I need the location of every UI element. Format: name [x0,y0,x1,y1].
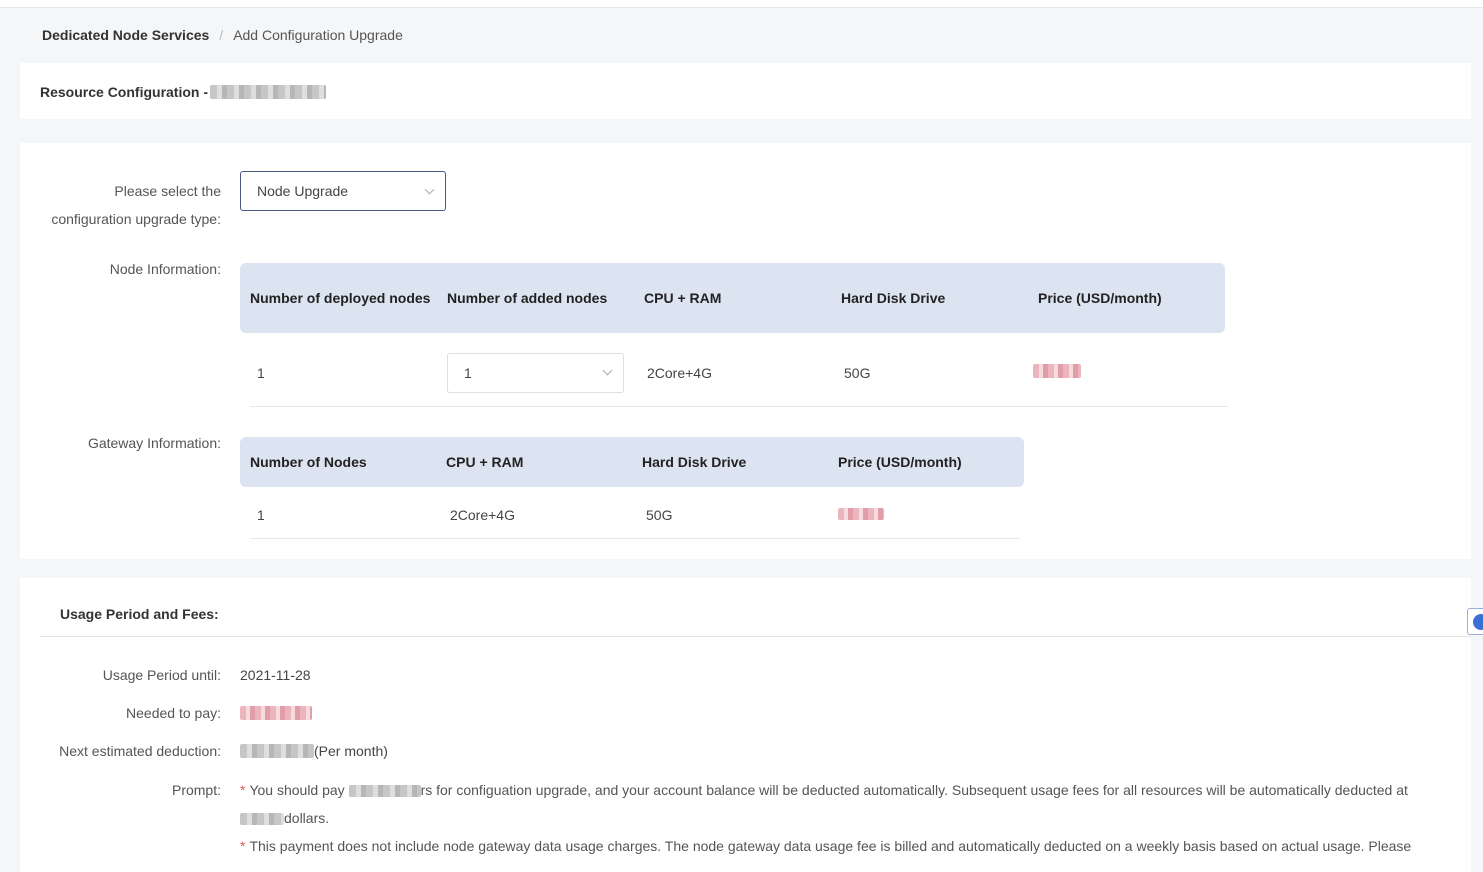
usage-period-value: 2021-11-28 [240,667,311,683]
added-nodes-value: 1 [464,364,472,381]
node-cell-disk: 50G [844,364,871,381]
needed-to-pay-redacted [240,706,312,720]
node-price-redacted [1033,364,1081,378]
resource-card: Resource Configuration - [20,63,1471,119]
prompt-1-part-b: rs for configuation upgrade, and your ac… [420,782,1408,798]
next-deduction-redacted [240,744,314,758]
prompt-2-text: This payment does not include node gatew… [249,838,1412,854]
help-icon [1473,614,1483,630]
prompt-text: * You should pay rs for configuation upgr… [240,776,1431,860]
prompt-1-part-a: You should pay [249,782,345,798]
usage-card: Usage Period and Fees: Usage Period unti… [20,578,1471,872]
node-table-header: Number of deployed nodes Number of added… [240,263,1225,333]
gateway-table-header: Number of Nodes CPU + RAM Hard Disk Driv… [240,437,1024,487]
gateway-info-label: Gateway Information: [87,435,221,451]
node-cell-cpu-ram: 2Core+4G [647,364,712,381]
prompt-label: Prompt: [171,782,221,798]
prompt-line-1-cont: dollars. [240,804,1431,832]
usage-divider [40,636,1471,637]
top-bar [0,0,1483,8]
node-header-price: Price (USD/month) [1038,289,1162,306]
gateway-table-row: 1 2Core+4G 50G [250,491,1020,539]
upgrade-type-label-line2: configuration upgrade type: [51,211,221,227]
gateway-cell-disk: 50G [646,506,673,523]
next-deduction-suffix: (Per month) [314,743,388,759]
node-header-deployed: Number of deployed nodes [250,289,431,306]
usage-period-label: Usage Period until: [102,667,221,683]
chevron-down-icon [424,184,435,195]
needed-to-pay-label: Needed to pay: [126,705,221,721]
node-cell-price [1017,364,1167,381]
node-cell-deployed: 1 [257,364,265,381]
prompt-amount-redacted [348,785,421,798]
upgrade-type-select[interactable]: Node Upgrade [240,171,446,211]
node-header-cpu-ram: CPU + RAM [644,289,722,306]
gateway-cell-price [822,507,972,523]
prompt-1-part-c: dollars. [284,810,330,826]
usage-title: Usage Period and Fees: [60,606,219,622]
gateway-cell-nodes: 1 [257,506,265,523]
node-info-label: Node Information: [109,261,221,277]
node-cell-added: 1 [430,352,626,393]
configuration-card: Please select the configuration upgrade … [20,143,1471,559]
needed-to-pay-value [240,706,312,720]
resource-title-text: Resource Configuration - [40,84,209,100]
breadcrumb-separator: / [219,27,224,43]
gateway-header-price: Price (USD/month) [838,453,962,470]
breadcrumb-current: Add Configuration Upgrade [233,27,403,43]
chevron-down-icon [602,365,613,375]
required-star: * [240,782,246,798]
floating-help-button[interactable] [1467,608,1483,635]
resource-title: Resource Configuration - [40,84,327,100]
gateway-header-disk: Hard Disk Drive [642,453,747,470]
gateway-price-redacted [838,507,884,520]
node-header-disk: Hard Disk Drive [841,289,946,306]
added-nodes-select[interactable]: 1 [447,352,624,393]
prompt-rate-redacted [240,813,284,826]
upgrade-type-label: Please select the configuration upgrade … [40,177,221,233]
prompt-line-1: * You should pay rs for configuation upgr… [240,776,1431,804]
next-deduction-value: (Per month) [240,737,388,765]
breadcrumb: Dedicated Node Services / Add Configurat… [42,27,403,43]
prompt-line-2: * This payment does not include node gate… [240,832,1431,860]
next-deduction-label: Next estimated deduction: [59,743,221,759]
node-header-added: Number of added nodes [447,289,608,306]
gateway-header-cpu-ram: CPU + RAM [446,453,524,470]
gateway-cell-cpu-ram: 2Core+4G [450,506,515,523]
gateway-header-nodes: Number of Nodes [250,453,367,470]
breadcrumb-dedicated-node-services[interactable]: Dedicated Node Services [42,27,209,43]
upgrade-type-value: Node Upgrade [257,183,349,199]
required-star: * [240,838,246,854]
node-table-row: 1 1 2Core+4G 50G [250,339,1228,407]
resource-name-redacted [210,85,327,99]
upgrade-type-label-line1: Please select the [114,183,221,199]
